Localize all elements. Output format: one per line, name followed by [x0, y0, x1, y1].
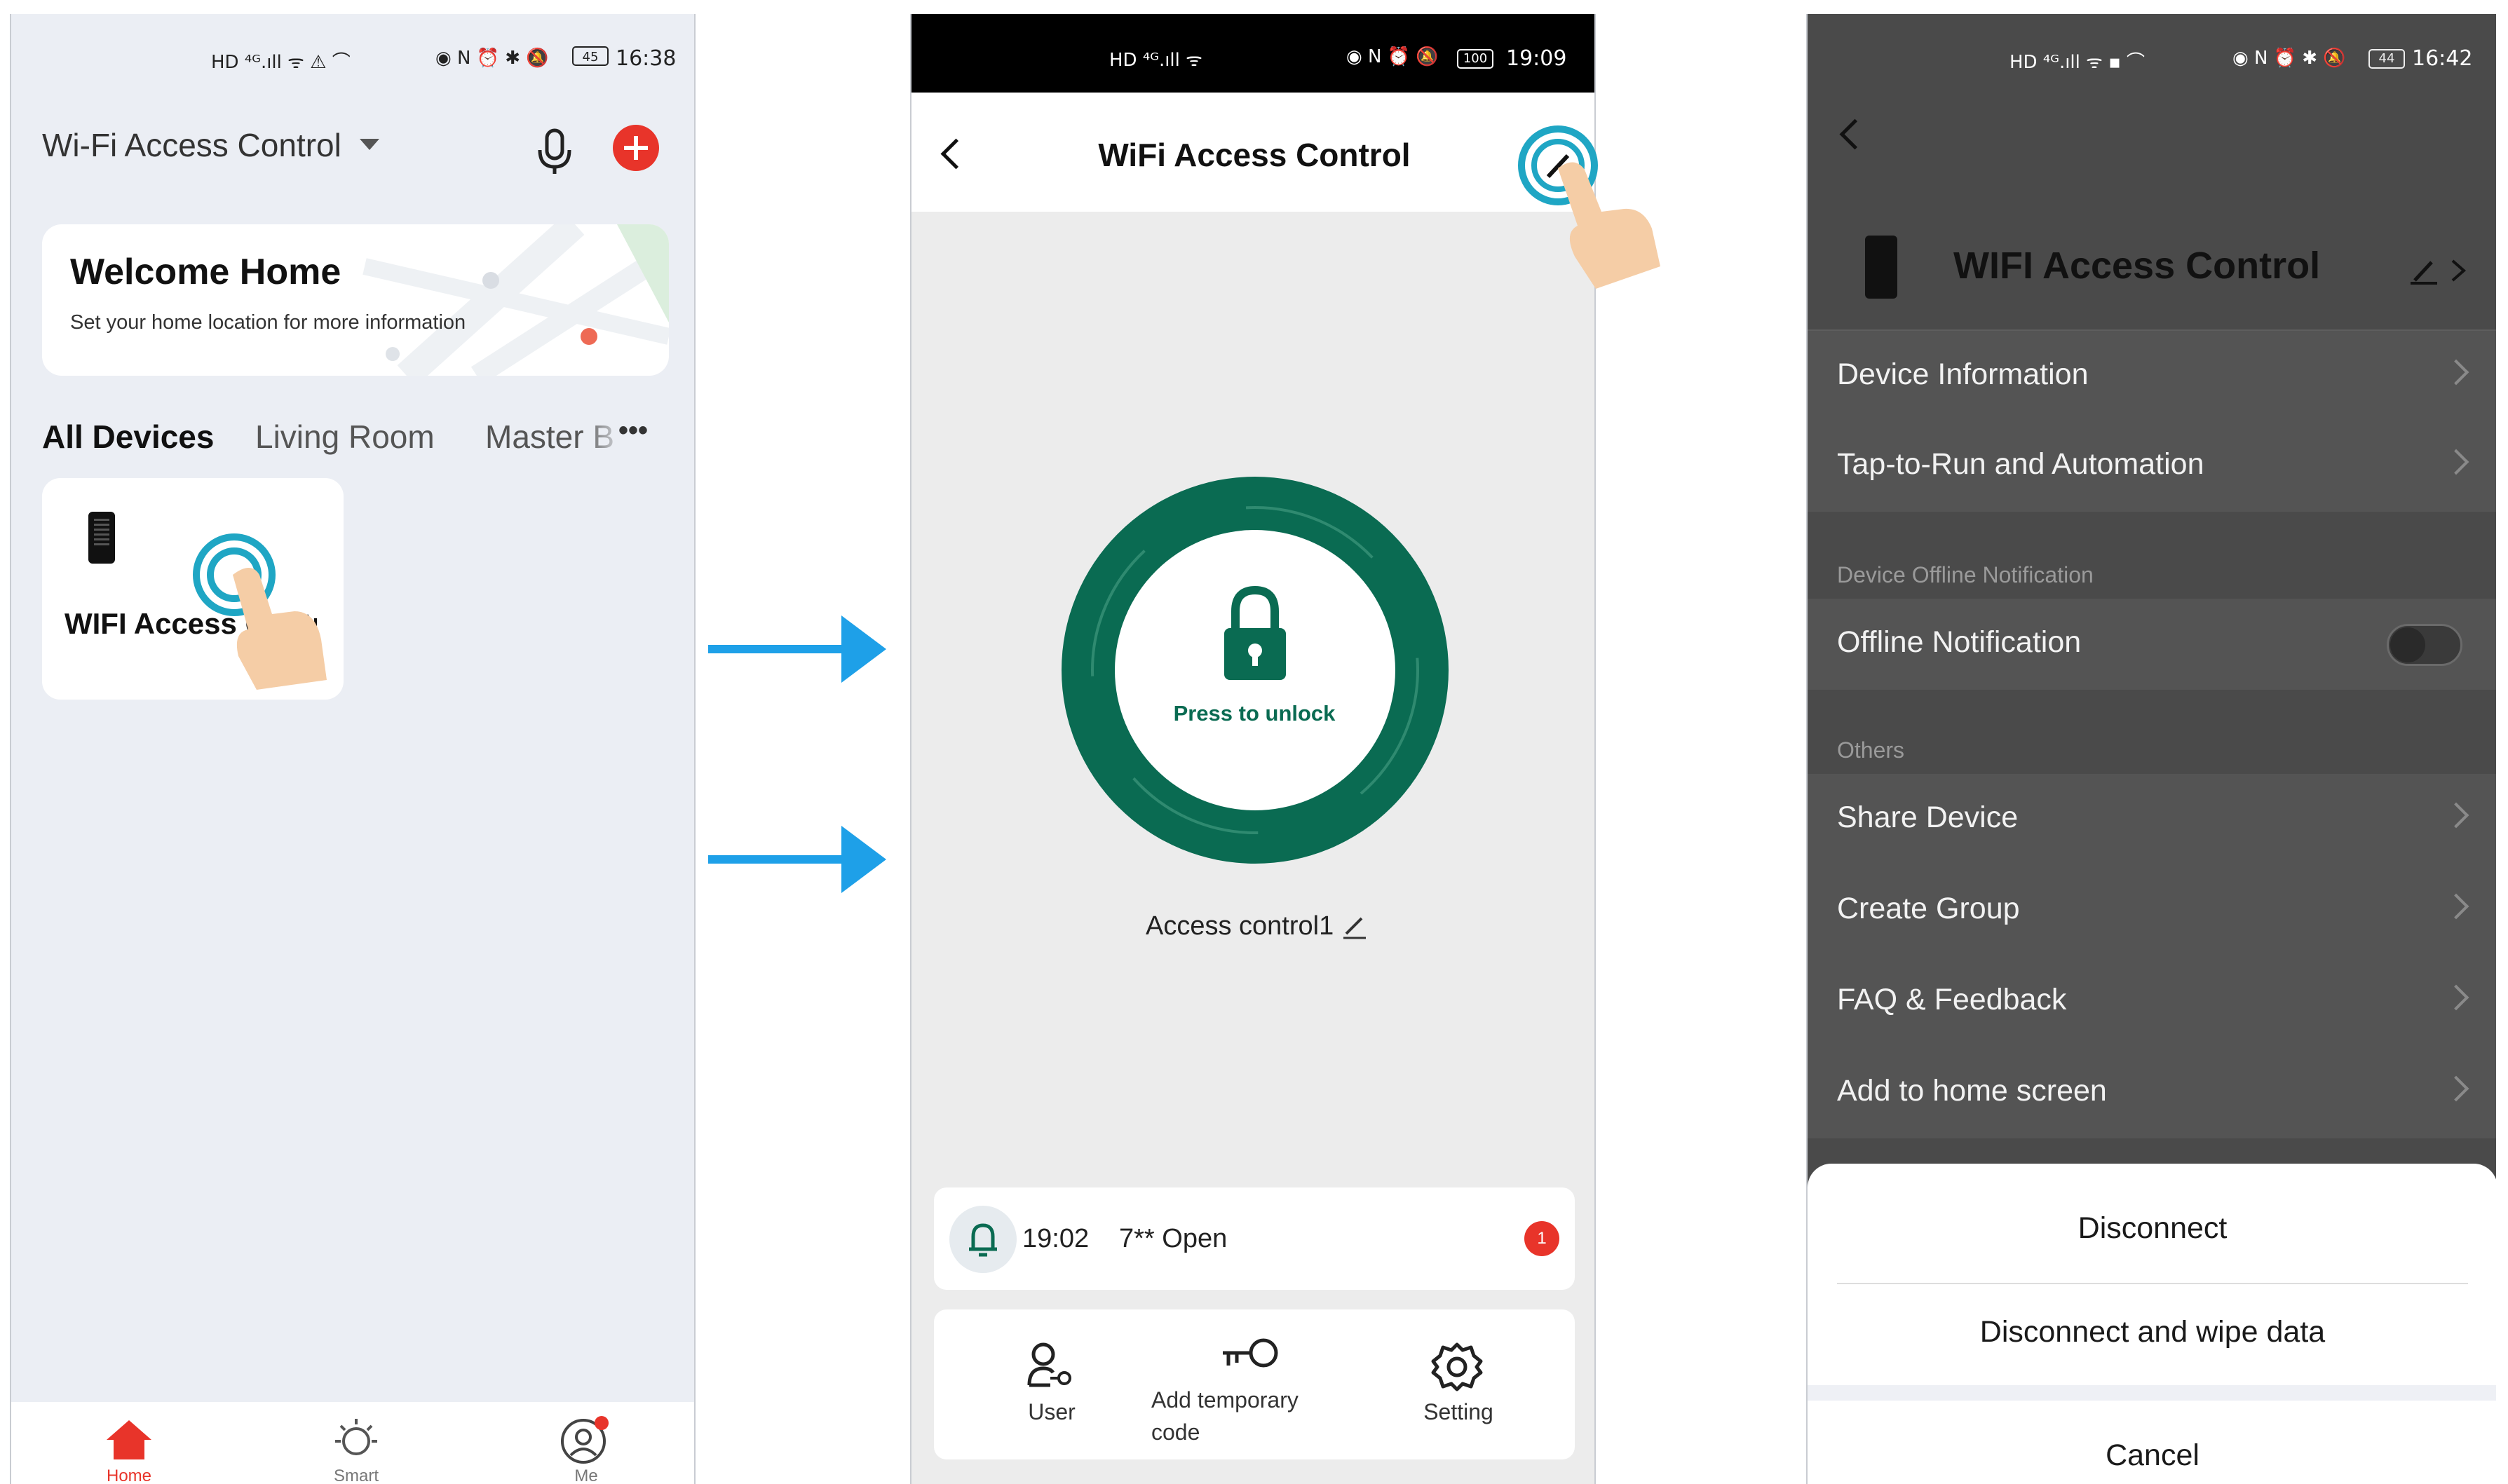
nav-smart-label[interactable]: Smart — [314, 1466, 398, 1484]
status-bar: HD ⁴ᴳ.ıll ᯤ ◉ N ⏰ 🔕 100 19:09 — [911, 14, 1594, 93]
setting-action-label[interactable]: Setting — [1402, 1399, 1514, 1425]
tap-gesture-icon — [193, 533, 327, 690]
nav-home-label[interactable]: Home — [87, 1466, 171, 1484]
home-icon[interactable] — [104, 1417, 154, 1461]
edit-icon[interactable] — [1341, 913, 1369, 941]
add-device-button[interactable] — [613, 125, 659, 171]
chevron-right-icon — [2443, 449, 2469, 475]
tab-all-devices[interactable]: All Devices — [42, 418, 214, 456]
tab-master-bedroom[interactable]: Master B — [485, 418, 625, 460]
bell-icon — [949, 1206, 1017, 1273]
chevron-right-icon — [2443, 802, 2469, 829]
temporary-key-icon[interactable] — [1220, 1333, 1283, 1373]
more-tabs-button[interactable]: ••• — [618, 415, 648, 447]
event-text: 7** Open — [1119, 1224, 1228, 1253]
device-title: WIFI Access Control — [1953, 245, 2321, 287]
actions-card: User Add temporary code Setting — [934, 1309, 1575, 1459]
welcome-title: Welcome Home — [70, 252, 341, 292]
offline-notification-toggle[interactable] — [2387, 624, 2462, 666]
status-bar-right-icons: ◉ N ⏰ ✱ 🔕 — [435, 48, 549, 69]
user-icon[interactable] — [1025, 1342, 1078, 1391]
tab-living-room[interactable]: Living Room — [255, 418, 435, 456]
device-control-screen: HD ⁴ᴳ.ıll ᯤ ◉ N ⏰ 🔕 100 19:09 WiFi Acces… — [910, 14, 1596, 1484]
setting-icon[interactable] — [1430, 1340, 1484, 1394]
device-header: WIFI Access Control — [1808, 189, 2496, 329]
bottom-nav: Home Smart Me — [11, 1402, 694, 1484]
me-icon[interactable] — [558, 1415, 614, 1465]
section-device-offline: Device Offline Notification — [1837, 562, 2094, 587]
disconnect-wipe-data-button[interactable]: Disconnect and wipe data — [1808, 1315, 2496, 1349]
home-dropdown-icon[interactable] — [360, 139, 379, 150]
event-badge: 1 — [1524, 1221, 1559, 1256]
nav-me-label[interactable]: Me — [544, 1466, 628, 1484]
battery-icon: 44 — [2368, 49, 2405, 69]
status-bar-left-icons: HD ⁴ᴳ.ıll ᯤ ⚠ ⌒ — [211, 52, 351, 73]
sheet-separator — [1808, 1385, 2496, 1401]
flow-arrow-upper — [708, 645, 848, 653]
status-bar-right-icons: ◉ N ⏰ 🔕 — [1346, 46, 1439, 67]
access-panel-icon — [88, 512, 115, 564]
event-time: 19:02 — [1022, 1224, 1090, 1253]
welcome-card[interactable]: Welcome Home Set your home location for … — [42, 224, 669, 376]
settings-edit-button[interactable] — [1514, 116, 1683, 299]
event-card[interactable]: 19:02 7** Open 1 — [934, 1187, 1575, 1290]
offline-notification-row: Offline Notification — [1808, 599, 2496, 690]
chevron-right-icon — [2443, 1075, 2469, 1102]
welcome-subtitle: Set your home location for more informat… — [70, 311, 466, 334]
flow-arrowhead-lower — [841, 826, 886, 893]
flow-arrowhead-upper — [841, 615, 886, 683]
home-title[interactable]: Wi-Fi Access Control — [42, 126, 341, 164]
device-settings-screen: HD ⁴ᴳ.ıll ᯤ ▪ ⌒ ◉ N ⏰ ✱ 🔕 44 16:42 WIFI … — [1806, 14, 2496, 1484]
section-others: Others — [1837, 737, 1905, 763]
smart-icon[interactable] — [331, 1415, 381, 1465]
page-title: WiFi Access Control — [1098, 137, 1411, 173]
battery-icon: 100 — [1457, 49, 1493, 69]
sheet-divider — [1837, 1283, 2468, 1284]
battery-icon: 45 — [572, 46, 609, 66]
status-time: 19:09 — [1506, 46, 1567, 71]
map-illustration — [362, 224, 669, 376]
temporary-code-action-label[interactable]: Add temporary code — [1151, 1384, 1334, 1448]
status-bar-left-icons: HD ⁴ᴳ.ıll ᯤ ▪ ⌒ — [2009, 52, 2146, 73]
disconnect-button[interactable]: Disconnect — [1808, 1211, 2496, 1246]
share-device-row[interactable]: Share Device — [1808, 774, 2496, 865]
status-time: 16:38 — [616, 46, 677, 71]
device-information-row[interactable]: Device Information — [1808, 329, 2496, 422]
chevron-right-icon — [2443, 984, 2469, 1011]
user-action-label[interactable]: User — [1010, 1399, 1094, 1425]
tap-to-run-row[interactable]: Tap-to-Run and Automation — [1808, 421, 2496, 512]
unlock-button[interactable] — [1059, 474, 1451, 866]
access-panel-icon — [1865, 236, 1897, 299]
status-time: 16:42 — [2412, 46, 2473, 71]
status-bar-right-icons: ◉ N ⏰ ✱ 🔕 — [2232, 48, 2346, 69]
faq-feedback-row[interactable]: FAQ & Feedback — [1808, 956, 2496, 1047]
press-to-unlock-label: Press to unlock — [1173, 701, 1336, 726]
add-to-home-screen-row[interactable]: Add to home screen — [1808, 1047, 2496, 1138]
rename-icon[interactable] — [2408, 255, 2471, 286]
flow-arrow-lower — [708, 855, 848, 864]
cancel-button[interactable]: Cancel — [1808, 1438, 2496, 1473]
action-sheet: Disconnect Disconnect and wipe data Canc… — [1808, 1164, 2496, 1484]
status-bar-left-icons: HD ⁴ᴳ.ıll ᯤ — [1109, 50, 1202, 71]
microphone-icon[interactable] — [534, 126, 576, 175]
back-icon[interactable] — [1839, 118, 1871, 150]
create-group-row[interactable]: Create Group — [1808, 865, 2496, 956]
chevron-right-icon — [2443, 359, 2469, 386]
device-card[interactable]: WIFI Access Control — [42, 478, 344, 700]
device-label: Access control1 — [1146, 911, 1334, 941]
app-header: WiFi Access Control — [911, 93, 1594, 212]
home-screen: HD ⁴ᴳ.ıll ᯤ ⚠ ⌒ ◉ N ⏰ ✱ 🔕 45 16:38 Wi-Fi… — [10, 14, 696, 1484]
chevron-right-icon — [2443, 893, 2469, 920]
